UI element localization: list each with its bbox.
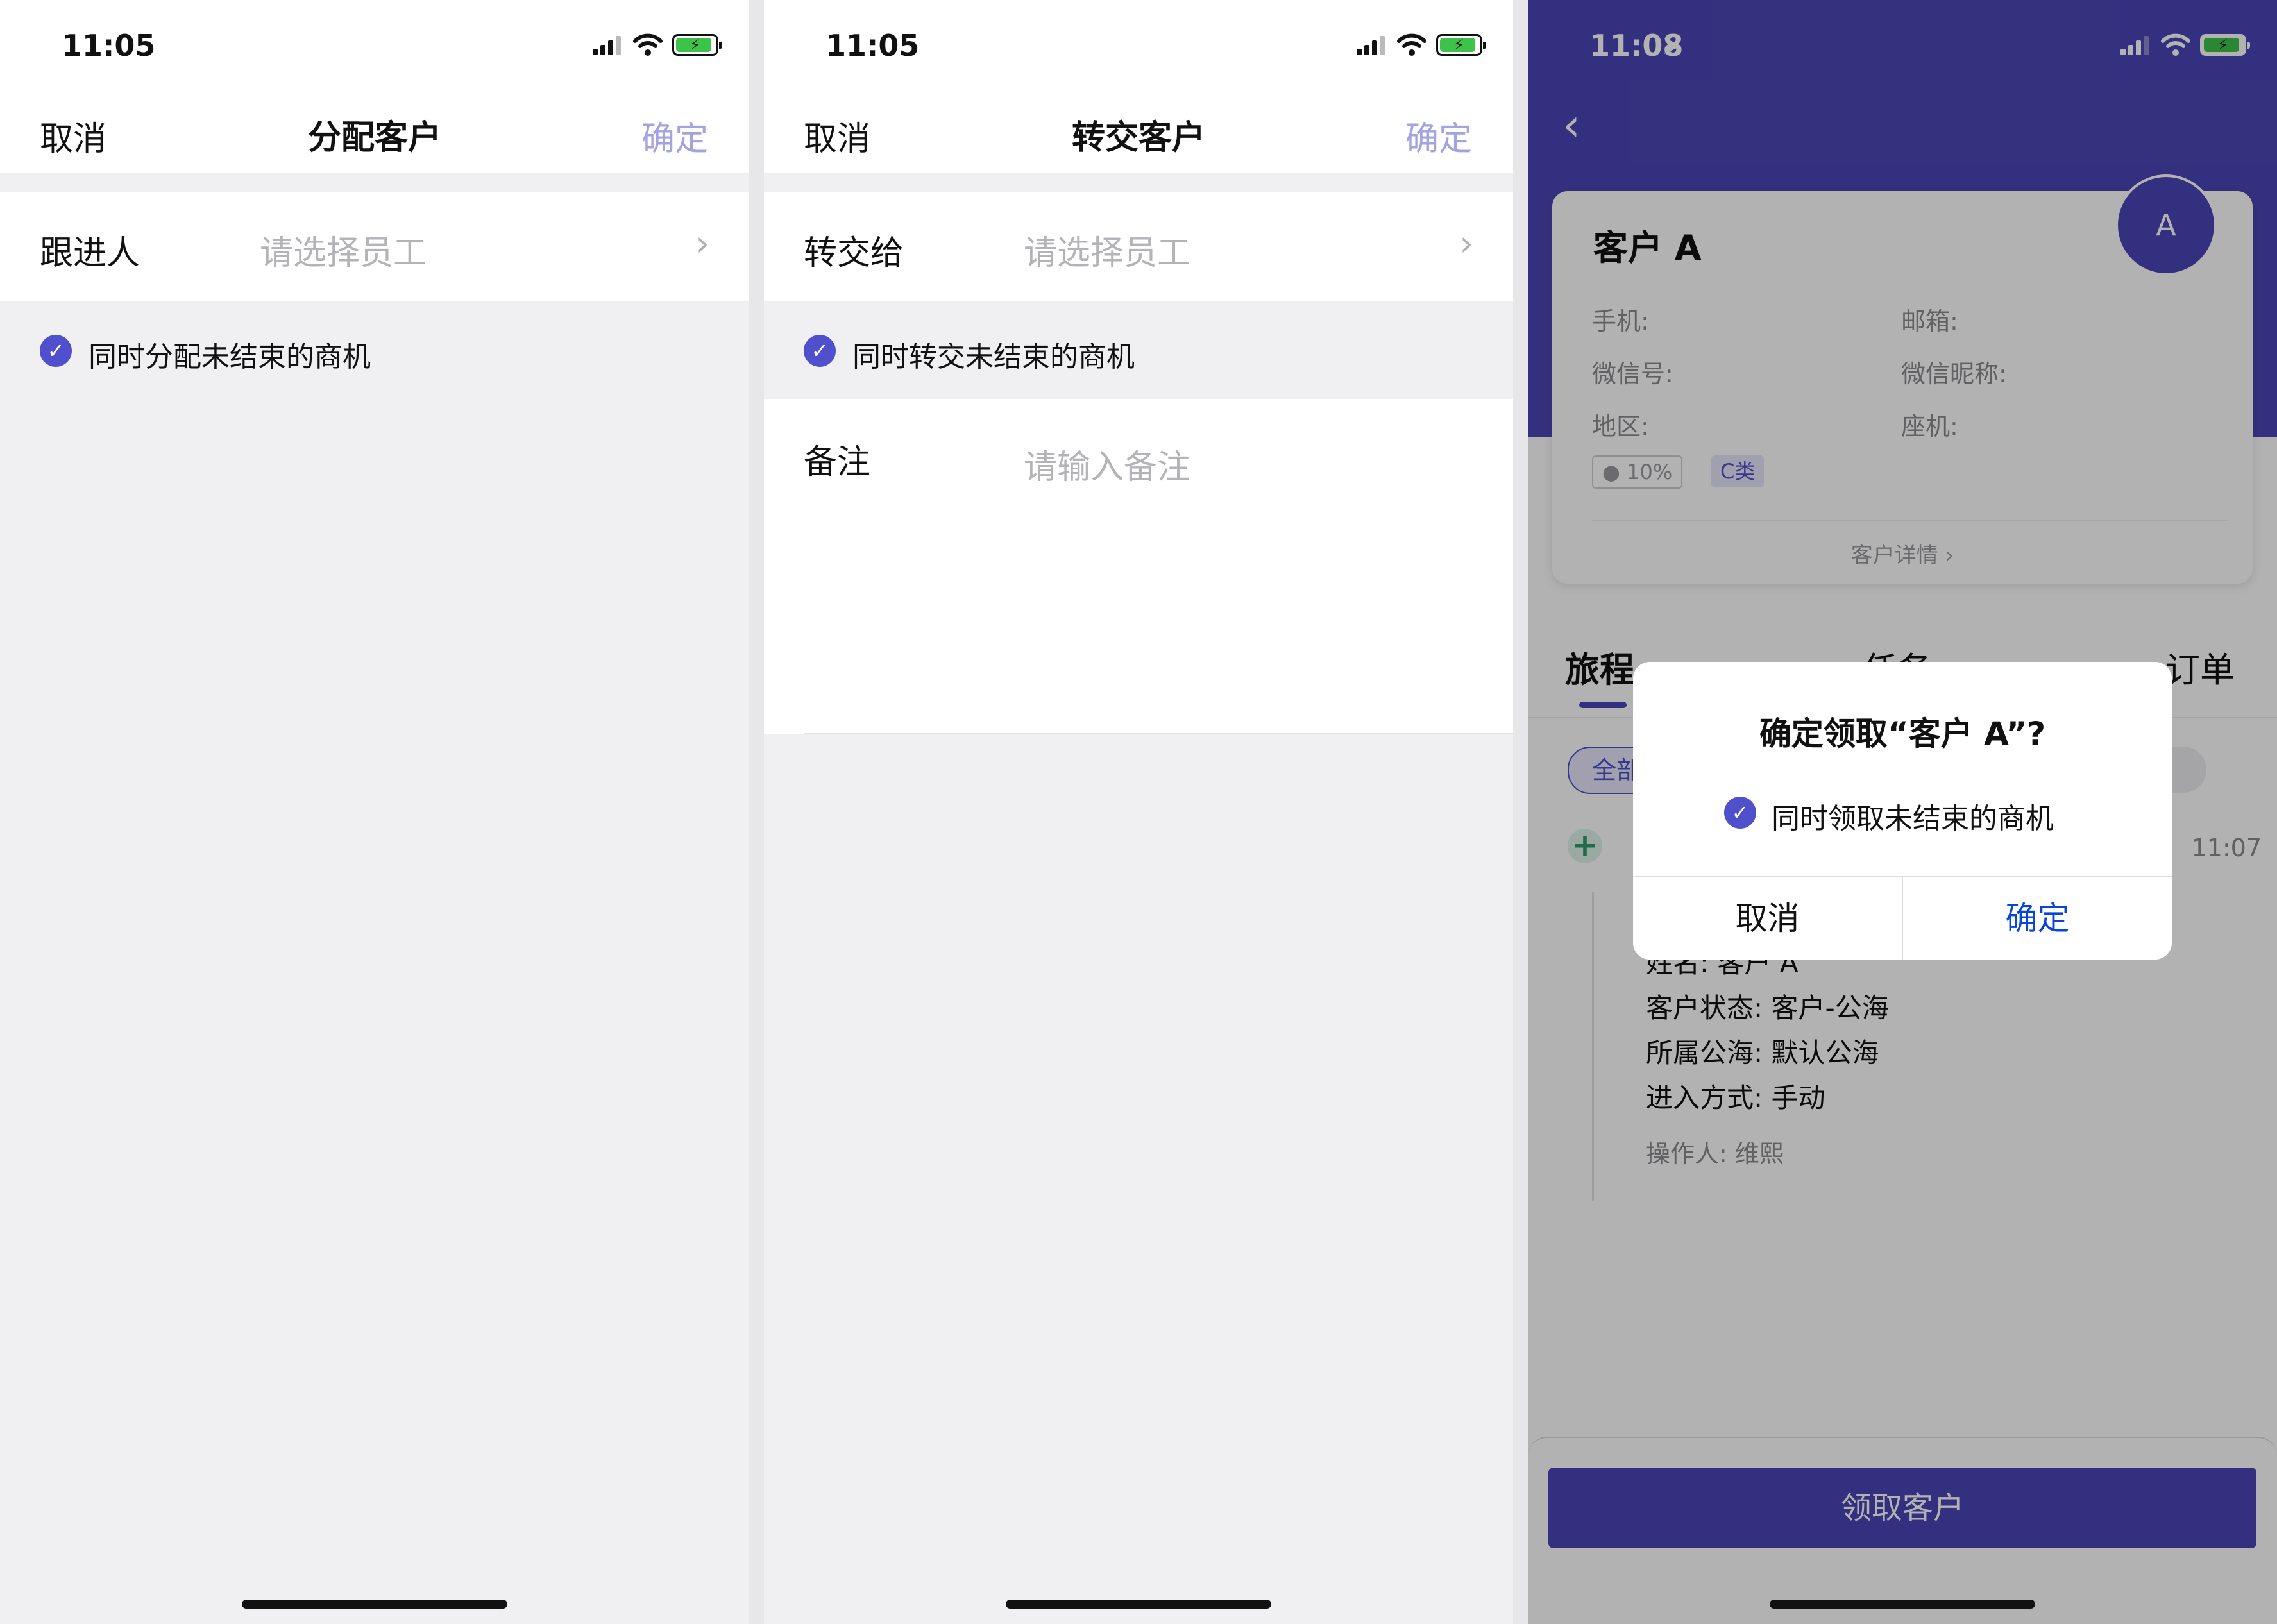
note-label: 备注 — [804, 443, 871, 482]
note-section: 备注 请输入备注 — [764, 399, 1513, 734]
dialog-title: 确定领取“客户 A”? — [1759, 715, 2046, 752]
home-indicator — [1006, 1600, 1271, 1609]
home-indicator — [242, 1600, 507, 1609]
status-icons: ⚡ — [1357, 33, 1486, 56]
transfer-to-placeholder: 请选择员工 — [1024, 234, 1191, 273]
dialog-checkbox-label: 同时领取未结束的商机 — [1772, 802, 2054, 835]
wifi-icon — [1397, 33, 1426, 56]
divider — [804, 733, 1513, 734]
screen-assign-customer: 11:05 ⚡ 取消 分配客户 确定 跟进人 请选择员工 › ✓ 同时分配未结束… — [0, 0, 749, 1624]
dialog-cancel-button[interactable]: 取消 — [1633, 877, 1902, 960]
battery-icon: ⚡ — [1436, 34, 1486, 56]
battery-icon: ⚡ — [672, 34, 722, 56]
status-time: 11:05 — [825, 28, 920, 63]
status-icons: ⚡ — [593, 33, 722, 56]
confirm-button[interactable]: 确定 — [641, 112, 708, 160]
screen-customer-detail: 11:08 ➤ ⚡ ‹ 客户 A 手机: 邮箱: 微信号: 微信昵称: 地区: … — [1528, 0, 2277, 1624]
checkbox-checked-icon[interactable]: ✓ — [40, 335, 72, 367]
screen-transfer-customer: 11:05 ⚡ 取消 转交客户 确定 转交给 请选择员工 › ✓ 同时转交未结束… — [764, 0, 1513, 1624]
wifi-icon — [633, 33, 663, 56]
assignee-label: 跟进人 — [40, 234, 140, 273]
chevron-right-icon: › — [695, 223, 709, 264]
assignee-placeholder: 请选择员工 — [260, 234, 427, 273]
checkbox-label: 同时分配未结束的商机 — [89, 341, 371, 373]
confirm-button[interactable]: 确定 — [1405, 112, 1472, 160]
signal-icon — [1357, 35, 1387, 55]
checkbox-label: 同时转交未结束的商机 — [852, 341, 1135, 373]
transfer-to-row[interactable]: 转交给 请选择员工 › — [764, 192, 1513, 301]
chevron-right-icon: › — [1459, 223, 1473, 264]
transfer-to-label: 转交给 — [804, 234, 904, 273]
page-title: 转交客户 — [1071, 119, 1205, 157]
assignee-row[interactable]: 跟进人 请选择员工 › — [0, 192, 749, 301]
dialog-confirm-button[interactable]: 确定 — [1903, 877, 2172, 960]
note-input[interactable]: 请输入备注 — [1024, 440, 1190, 488]
checkbox-checked-icon[interactable]: ✓ — [804, 335, 836, 367]
claim-dialog: 确定领取“客户 A”? ✓ 同时领取未结束的商机 取消 确定 — [1633, 662, 2172, 960]
checkbox-checked-icon[interactable]: ✓ — [1724, 797, 1756, 829]
signal-icon — [593, 35, 623, 55]
home-indicator — [1770, 1600, 2035, 1609]
page-title: 分配客户 — [307, 119, 441, 157]
status-time: 11:05 — [62, 28, 156, 63]
